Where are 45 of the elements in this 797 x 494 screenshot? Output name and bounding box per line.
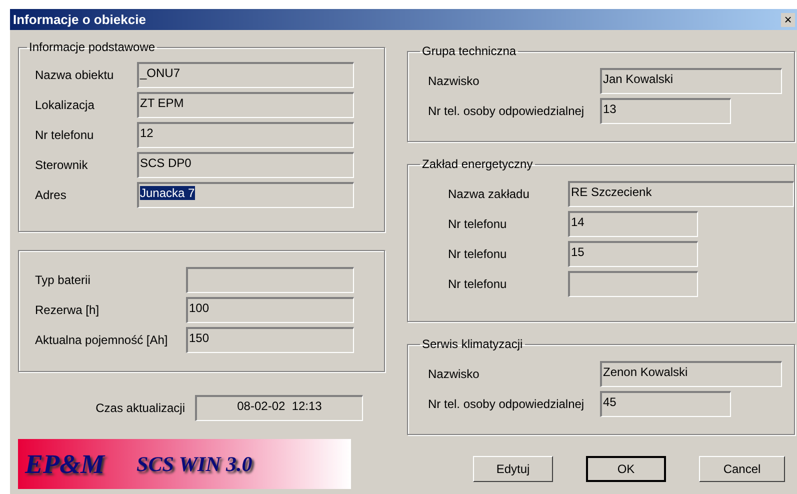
field-label: Nr telefonu bbox=[448, 247, 508, 261]
text-field[interactable]: ZT EPM bbox=[137, 92, 354, 118]
window-title: Informacje o obiekcie bbox=[13, 12, 146, 27]
text-field[interactable]: _ONU7 bbox=[137, 62, 354, 88]
brand-logo-text: EP&M bbox=[25, 448, 105, 480]
field-label: Nr tel. osoby odpowiedzialnej bbox=[428, 104, 586, 118]
field-label: Typ baterii bbox=[35, 273, 92, 287]
text-field[interactable] bbox=[186, 267, 354, 293]
dialog-button[interactable]: OK bbox=[586, 456, 666, 482]
text-field[interactable]: Zenon Kowalski bbox=[600, 361, 782, 387]
field-label: Nazwa obiektu bbox=[35, 68, 115, 82]
dialog-button[interactable]: Cancel bbox=[699, 456, 785, 482]
text-field[interactable]: 15 bbox=[568, 241, 698, 267]
text-field[interactable]: 45 bbox=[600, 391, 731, 417]
field-label: Nr telefonu bbox=[448, 277, 508, 291]
field-label: Adres bbox=[35, 188, 68, 202]
text-field[interactable]: 14 bbox=[568, 211, 698, 237]
field-label: Czas aktualizacji bbox=[94, 401, 186, 415]
dialog-button[interactable]: Edytuj bbox=[473, 456, 553, 482]
text-field[interactable]: SCS DP0 bbox=[137, 152, 354, 178]
time-field: 08-02-02 12:13 bbox=[195, 395, 363, 421]
group-title: Zakład energetyczny bbox=[421, 157, 534, 171]
text-field[interactable]: 150 bbox=[186, 327, 354, 353]
field-label: Rezerwa [h] bbox=[35, 303, 100, 317]
field-label: Nr telefonu bbox=[448, 217, 508, 231]
field-label: Aktualna pojemność [Ah] bbox=[35, 333, 169, 347]
text-field[interactable]: RE Szczecienk bbox=[568, 181, 794, 207]
group-title: Grupa techniczna bbox=[421, 44, 518, 58]
field-label: Nazwa zakładu bbox=[448, 187, 530, 201]
text-field[interactable]: Junacka 7 bbox=[137, 182, 354, 208]
field-label: Lokalizacja bbox=[35, 98, 96, 112]
text-field[interactable]: 100 bbox=[186, 297, 354, 323]
text-field[interactable]: Jan Kowalski bbox=[600, 68, 782, 94]
group-title: Informacje podstawowe bbox=[28, 40, 156, 54]
group-title: Serwis klimatyzacji bbox=[421, 337, 524, 351]
field-label: Sterownik bbox=[35, 158, 89, 172]
field-label: Nazwisko bbox=[428, 367, 480, 381]
field-label: Nr telefonu bbox=[35, 128, 95, 142]
field-label: Nazwisko bbox=[428, 74, 480, 88]
text-field[interactable]: 12 bbox=[137, 122, 354, 148]
product-logo-text: SCS WIN 3.0 bbox=[136, 452, 252, 476]
text-field[interactable] bbox=[568, 271, 698, 297]
field-label: Nr tel. osoby odpowiedzialnej bbox=[428, 397, 586, 411]
text-field[interactable]: 13 bbox=[600, 98, 731, 124]
close-button[interactable]: × bbox=[781, 12, 795, 26]
